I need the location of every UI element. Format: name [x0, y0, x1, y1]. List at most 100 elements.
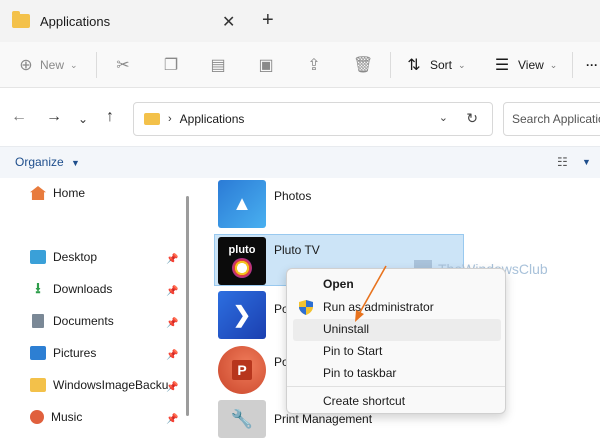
pluto-tv-app-icon: pluto	[218, 237, 266, 285]
nav-item-downloads[interactable]: ⭳ Downloads	[30, 280, 113, 297]
nav-label: Documents	[53, 314, 114, 328]
pin-icon[interactable]: 📌	[166, 350, 178, 361]
arrow-shape-icon: ❯	[232, 302, 252, 327]
delete-button[interactable]: 🗑	[353, 42, 373, 88]
photos-app-icon: ▲	[218, 180, 266, 228]
address-path: Applications	[179, 112, 245, 126]
power-automate-app-icon: ❯	[218, 291, 266, 339]
nav-label: Downloads	[53, 282, 113, 296]
pin-icon[interactable]: 📌	[166, 382, 178, 393]
up-arrow-icon[interactable]: ↑	[106, 108, 114, 126]
nav-label: Desktop	[53, 250, 98, 264]
pin-icon[interactable]: 📌	[166, 286, 178, 297]
powerpoint-app-icon: P	[218, 346, 266, 394]
caret-down-icon: ▼	[71, 158, 80, 168]
close-tab-icon[interactable]: ✕	[222, 12, 235, 32]
caret-down-icon[interactable]: ▼	[582, 157, 591, 167]
copy-icon: ❐	[163, 57, 179, 74]
new-tab-button[interactable]: +	[262, 9, 274, 32]
nav-item-documents[interactable]: Documents	[30, 314, 114, 328]
mountain-icon: ▲	[232, 192, 252, 215]
address-bar[interactable]: › Applications ⌄ ↻	[133, 102, 493, 136]
p-letter-icon: P	[232, 360, 252, 380]
nav-scrollbar[interactable]	[186, 196, 189, 416]
plus-circle-icon: ⊕	[19, 57, 33, 74]
chevron-down-icon: ⌄	[70, 59, 78, 70]
app-label: Photos	[274, 189, 312, 203]
pluto-logo-icon: pluto	[228, 244, 256, 256]
nav-label: WindowsImageBacku	[53, 378, 169, 392]
folder-icon	[12, 11, 30, 28]
nav-label: Pictures	[53, 346, 97, 360]
chevron-down-icon: ⌄	[458, 59, 466, 70]
paste-button[interactable]: ▤	[208, 42, 228, 88]
navigation-pane: Home Desktop 📌 ⭳ Downloads 📌 Documents 📌…	[0, 178, 196, 440]
sort-button[interactable]: ⇅ Sort ⌄	[404, 42, 466, 88]
search-input[interactable]: Search Applications	[503, 102, 600, 136]
recent-locations-icon[interactable]: ⌄	[78, 112, 88, 126]
clipboard-icon: ▤	[210, 57, 226, 74]
download-icon: ⭳	[35, 280, 41, 297]
menu-item-pin-to-start[interactable]: Pin to Start	[323, 344, 382, 358]
app-label: Print Management	[274, 412, 373, 426]
uac-shield-icon	[299, 300, 313, 315]
organize-label: Organize	[15, 155, 64, 169]
menu-divider	[287, 386, 505, 387]
music-icon	[30, 410, 44, 424]
list-item-power-automate[interactable]: ❯ Po	[218, 291, 289, 339]
pin-icon[interactable]: 📌	[166, 254, 178, 265]
nav-label: Home	[53, 186, 86, 200]
address-dropdown-icon[interactable]: ⌄	[439, 111, 448, 124]
pictures-icon	[30, 346, 46, 360]
nav-item-desktop[interactable]: Desktop	[30, 250, 97, 264]
menu-item-pin-to-taskbar[interactable]: Pin to taskbar	[323, 366, 396, 380]
cut-button[interactable]: ✂	[113, 42, 133, 88]
trash-icon: 🗑	[353, 57, 374, 74]
sort-icon: ⇅	[407, 57, 421, 74]
context-menu: Open Run as administrator Uninstall Pin …	[286, 268, 506, 414]
share-icon: ⇪	[307, 57, 321, 74]
nav-item-windowsimagebackup[interactable]: WindowsImageBacku	[30, 378, 168, 392]
sort-label: Sort	[430, 58, 453, 72]
nav-item-home[interactable]: Home	[30, 186, 85, 200]
scissors-icon: ✂	[116, 57, 130, 74]
chevron-right-icon: ›	[168, 113, 172, 125]
organize-bar: Organize ▼ ☷ ▼	[0, 146, 600, 178]
rename-button[interactable]: ▣	[256, 42, 276, 88]
wrench-icon: 🔧	[230, 408, 254, 429]
pin-icon[interactable]: 📌	[166, 318, 178, 329]
menu-item-uninstall[interactable]: Uninstall	[323, 322, 369, 336]
layout-icon[interactable]: ☷	[557, 155, 568, 169]
chevron-down-icon: ⌄	[549, 59, 558, 70]
list-item-photos[interactable]: ▲ Photos	[218, 180, 311, 228]
annotation-arrow	[355, 265, 387, 322]
forward-arrow-icon[interactable]: →	[46, 108, 62, 126]
view-icon: ☰	[494, 57, 510, 74]
more-options-button[interactable]: ···	[586, 42, 598, 88]
menu-item-create-shortcut[interactable]: Create shortcut	[323, 394, 405, 408]
rename-icon: ▣	[258, 57, 274, 74]
nav-label: Music	[51, 410, 83, 424]
view-label: View	[518, 58, 544, 72]
home-icon	[30, 186, 46, 200]
new-button[interactable]: ⊕ New ⌄	[16, 42, 78, 88]
command-bar: ⊕ New ⌄ ✂ ❐ ▤ ▣ ⇪ 🗑 ⇅ Sort ⌄ ☰ View ⌄ ··…	[0, 42, 600, 88]
share-button[interactable]: ⇪	[304, 42, 324, 88]
folder-icon	[144, 113, 160, 125]
app-label: Pluto TV	[274, 243, 320, 257]
new-label: New	[40, 58, 65, 72]
copy-button[interactable]: ❐	[161, 42, 181, 88]
refresh-icon[interactable]: ↻	[466, 110, 478, 127]
view-button[interactable]: ☰ View ⌄	[492, 42, 558, 88]
list-item-powerpoint[interactable]: P Po	[218, 346, 289, 394]
nav-item-pictures[interactable]: Pictures	[30, 346, 96, 360]
nav-item-music[interactable]: Music	[30, 410, 82, 424]
document-icon	[32, 314, 44, 328]
folder-icon	[30, 378, 46, 392]
organize-button[interactable]: Organize ▼	[15, 155, 80, 169]
tab-applications[interactable]: Applications	[0, 0, 244, 42]
pin-icon[interactable]: 📌	[166, 414, 178, 425]
print-management-app-icon: 🔧	[218, 400, 266, 438]
title-bar: Applications ✕ +	[0, 0, 600, 42]
back-arrow-icon[interactable]: ←	[11, 108, 27, 126]
